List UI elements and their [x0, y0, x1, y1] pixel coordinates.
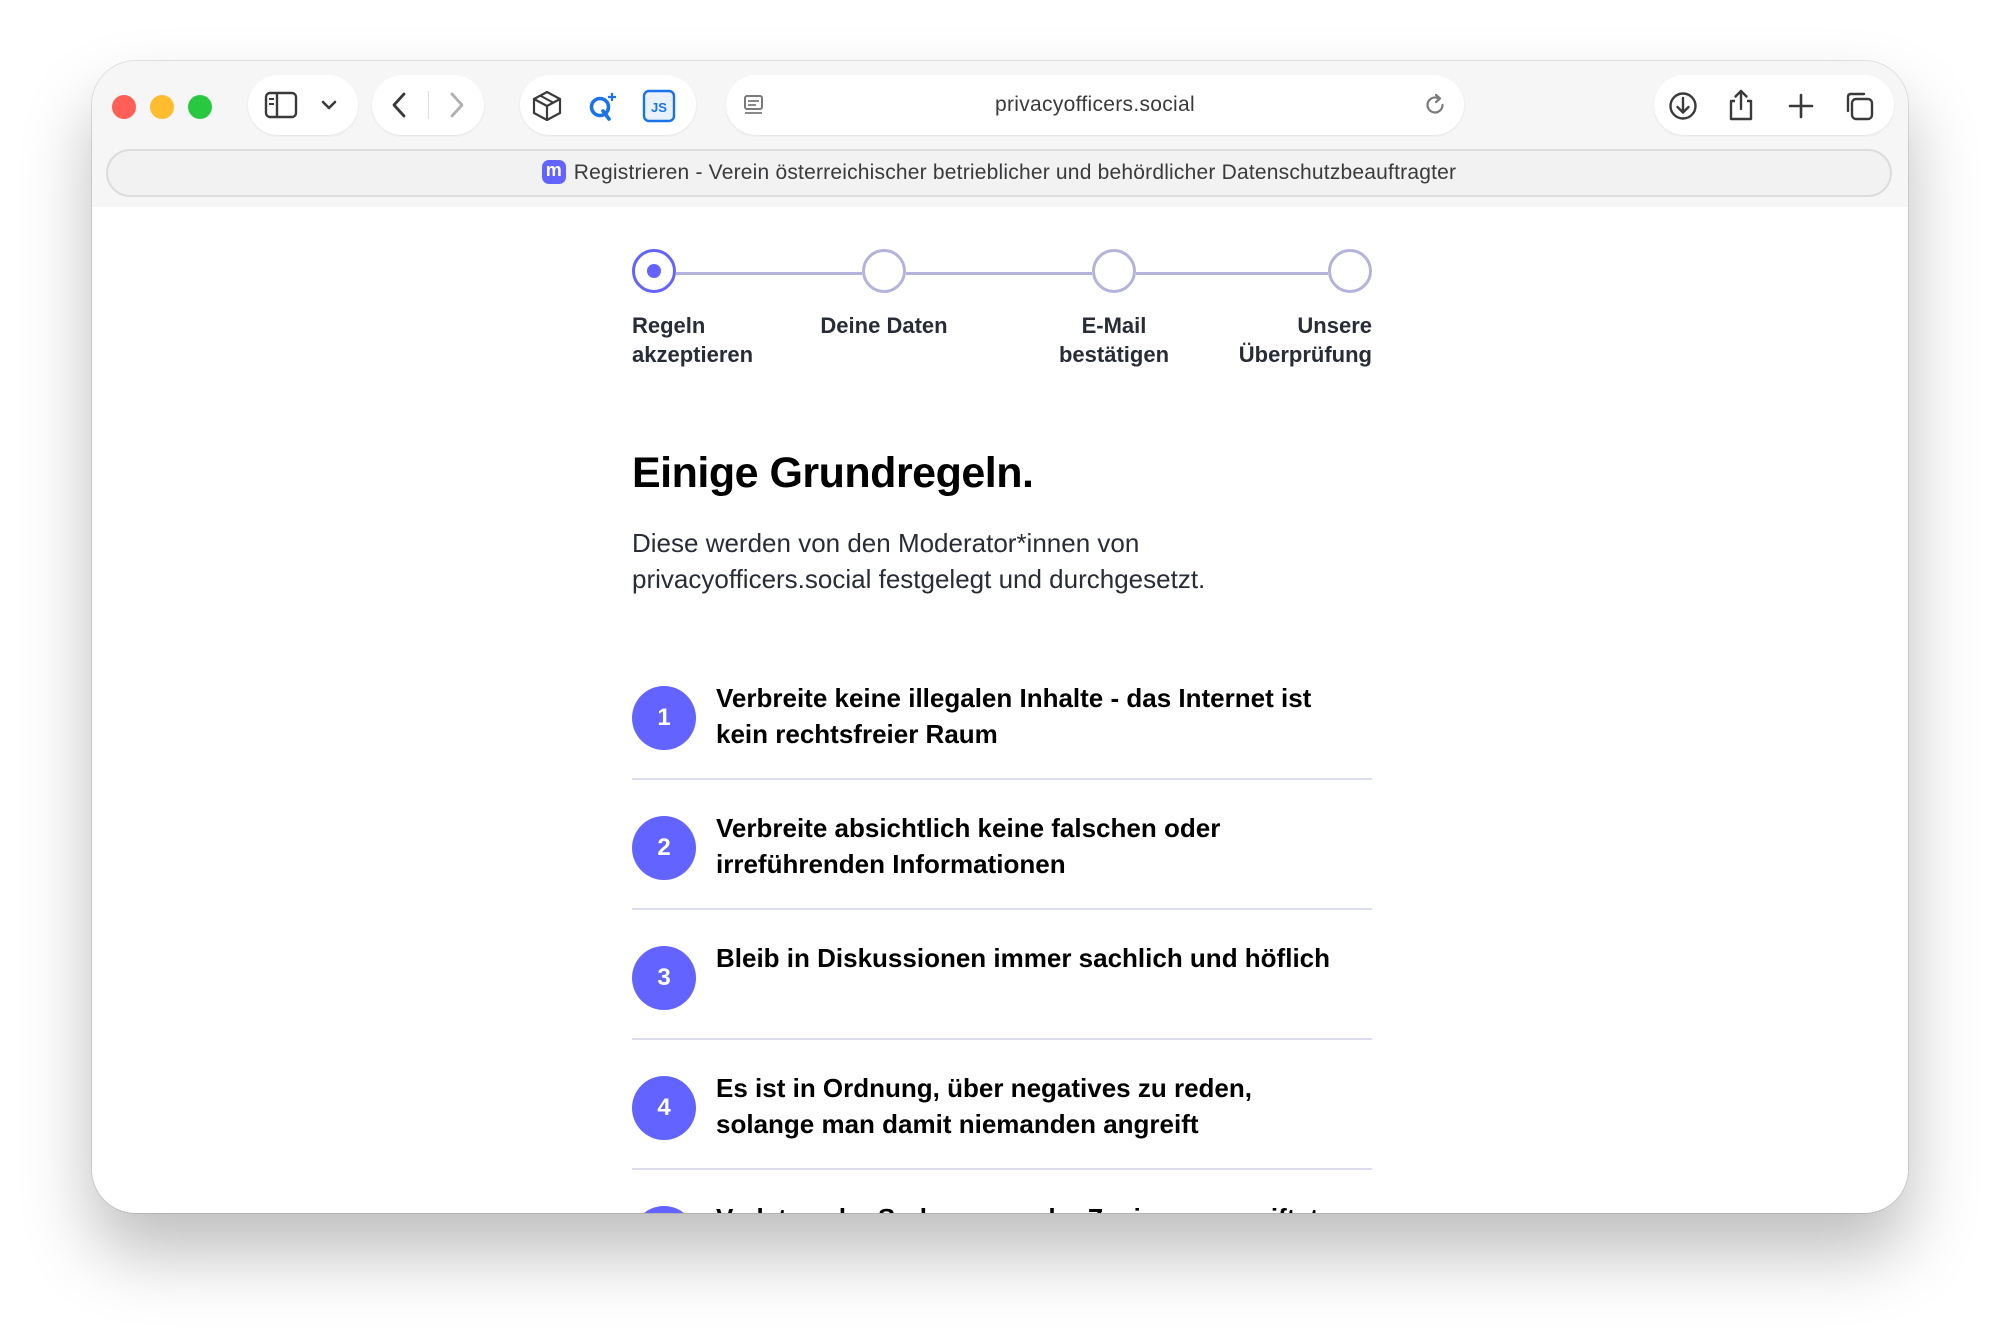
active-tab[interactable]: Registrieren - Verein österreichischer b…: [108, 151, 1890, 195]
zoom-window-button[interactable]: [188, 95, 212, 119]
chevron-down-icon[interactable]: [320, 97, 338, 113]
step-connector: [676, 272, 862, 275]
browser-window: JS privacyofficers.social mRegistrieren …: [92, 61, 1908, 1213]
step-4-label: Unsere Überprüfung: [1238, 313, 1372, 367]
step-1-indicator: [632, 249, 676, 293]
step-3-indicator: [1092, 249, 1136, 293]
rule-number-badge: 5: [632, 1206, 696, 1213]
page-lead: Diese werden von den Moderator*innen von…: [632, 528, 1206, 594]
package-icon[interactable]: [530, 89, 564, 123]
nav-divider: [428, 91, 429, 119]
page-content: Regeln akzeptieren Deine Daten E-Mail be…: [92, 207, 1908, 1213]
sidebar-icon[interactable]: [264, 90, 298, 120]
step-2-label: Deine Daten: [820, 313, 948, 338]
download-icon[interactable]: [1666, 89, 1700, 123]
page-title: Einige Grundregeln.: [632, 449, 1034, 497]
navigation-group: [372, 75, 484, 135]
share-icon[interactable]: [1724, 87, 1758, 123]
rule-item: 3 Bleib in Diskussionen immer sachlich u…: [632, 912, 1372, 1040]
browser-toolbar: JS privacyofficers.social mRegistrieren …: [92, 61, 1908, 207]
registration-stepper: Regeln akzeptieren Deine Daten E-Mail be…: [632, 245, 1372, 375]
mastodon-favicon-icon: [541, 158, 566, 184]
rule-text: Es ist in Ordnung, über negatives zu red…: [716, 1073, 1252, 1139]
rule-number-badge: 1: [632, 686, 696, 750]
rule-text: Verbreite keine illegalen Inhalte - das …: [716, 683, 1312, 749]
tab-title: Registrieren - Verein österreichischer b…: [573, 161, 1457, 184]
tab-bar: Registrieren - Verein österreichischer b…: [106, 149, 1892, 197]
close-window-button[interactable]: [112, 95, 136, 119]
actions-group: [1654, 75, 1894, 135]
reload-icon[interactable]: [1422, 92, 1448, 118]
step-1-label: Regeln akzeptieren: [632, 313, 754, 367]
rule-text: Verbreite absichtlich keine falschen ode…: [716, 813, 1221, 879]
rule-item: 4 Es ist in Ordnung, über negatives zu r…: [632, 1042, 1372, 1170]
rules-list: 1 Verbreite keine illegalen Inhalte - da…: [632, 652, 1372, 1213]
rule-text: Bleib in Diskussionen immer sachlich und…: [716, 943, 1331, 973]
extensions-group: JS: [520, 75, 696, 135]
step-connector: [1136, 272, 1328, 275]
back-icon[interactable]: [390, 91, 410, 119]
tabs-overview-icon[interactable]: [1842, 89, 1876, 123]
step-4-indicator: [1328, 249, 1372, 293]
step-3-label: E-Mail bestätigen: [1058, 313, 1170, 367]
plus-icon[interactable]: [1784, 89, 1818, 123]
rule-number-badge: 3: [632, 946, 696, 1010]
address-text[interactable]: privacyofficers.social: [726, 75, 1464, 135]
forward-icon[interactable]: [446, 91, 466, 119]
rule-number-badge: 4: [632, 1076, 696, 1140]
rule-item: 2 Verbreite absichtlich keine falschen o…: [632, 782, 1372, 910]
step-connector: [906, 272, 1092, 275]
step-2-indicator: [862, 249, 906, 293]
minimize-window-button[interactable]: [150, 95, 174, 119]
svg-text:JS: JS: [651, 100, 667, 115]
rule-item: 5 Verletzender Sarkasmus oder Zynismus v…: [632, 1172, 1372, 1213]
q-icon[interactable]: [586, 89, 620, 123]
sidebar-group: [248, 75, 358, 135]
address-bar[interactable]: privacyofficers.social: [726, 75, 1464, 135]
rule-number-badge: 2: [632, 816, 696, 880]
rule-text: Verletzender Sarkasmus oder Zynismus ver…: [716, 1200, 1356, 1213]
js-icon[interactable]: JS: [642, 89, 676, 123]
rule-item: 1 Verbreite keine illegalen Inhalte - da…: [632, 652, 1372, 780]
